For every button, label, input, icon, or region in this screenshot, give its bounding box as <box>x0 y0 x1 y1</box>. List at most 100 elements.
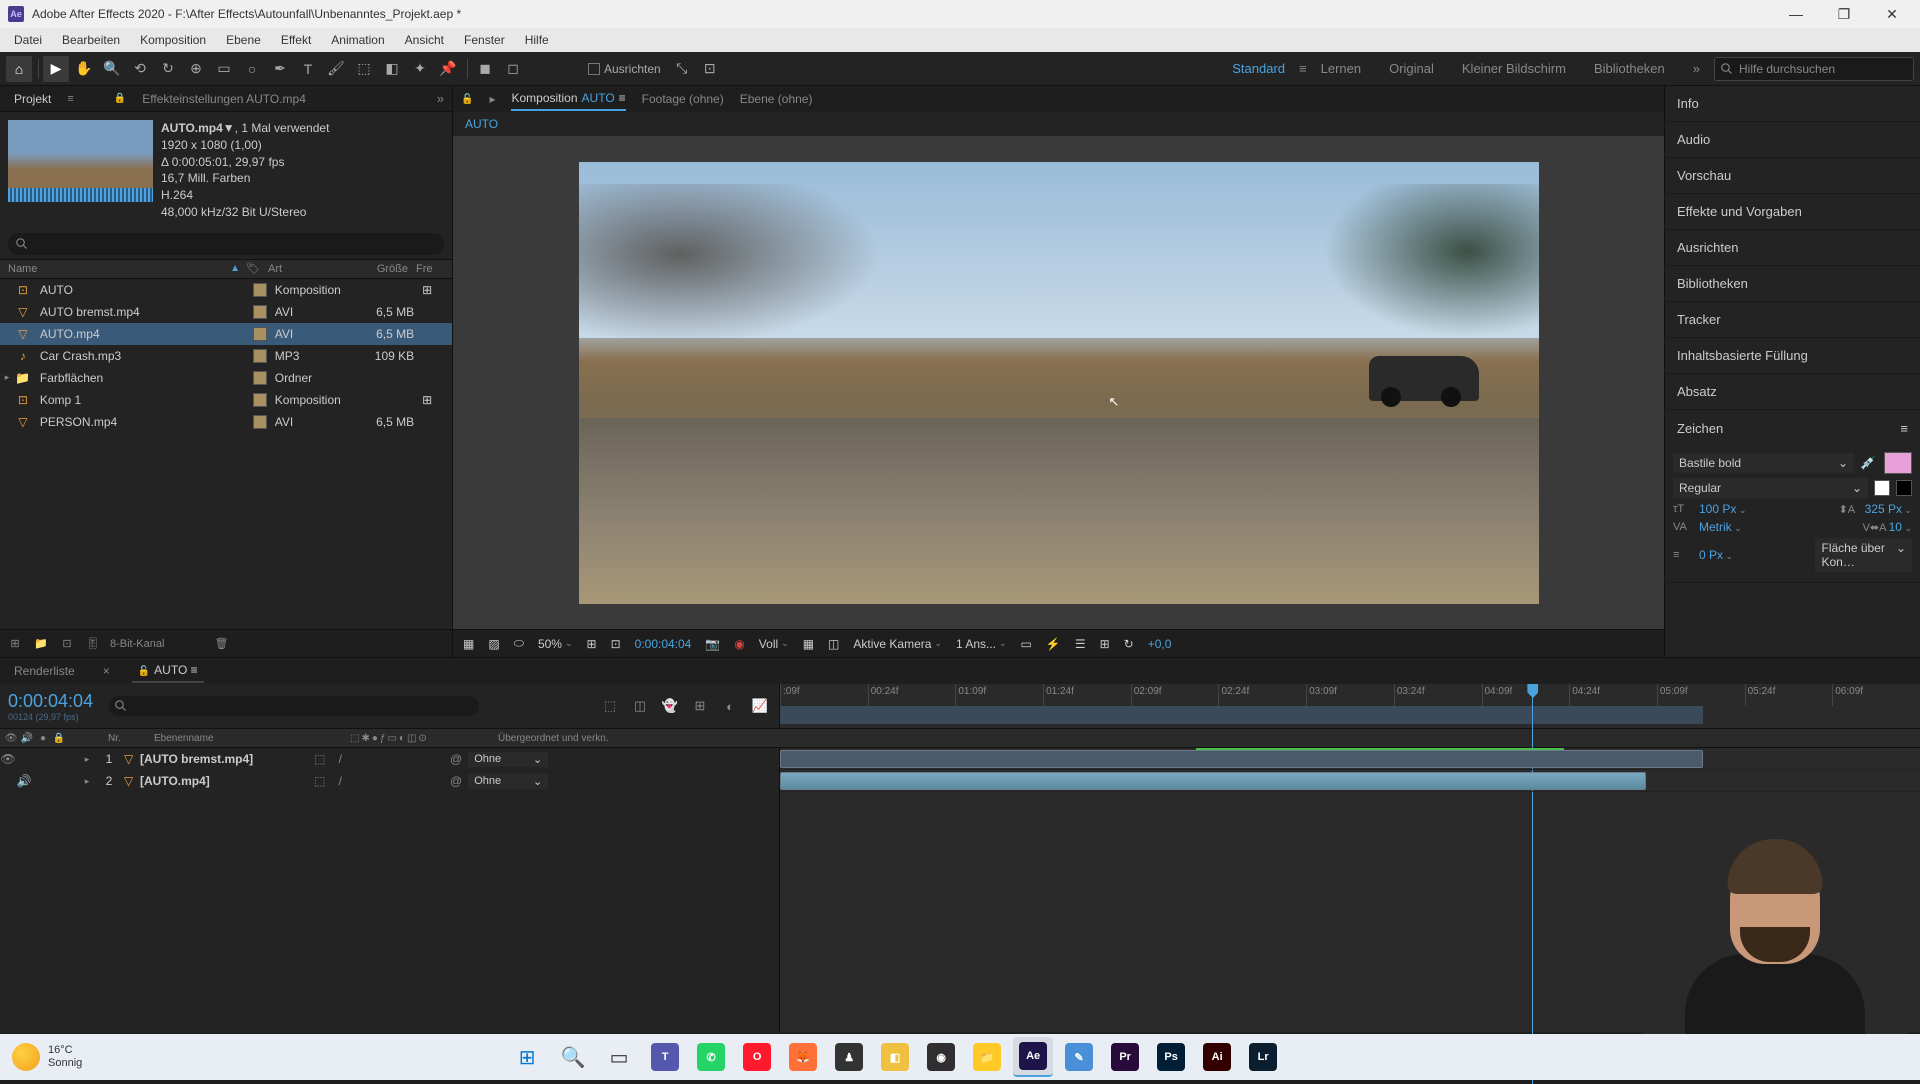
roi-icon[interactable]: ⊡ <box>607 637 625 651</box>
camera-select[interactable]: Aktive Kamera <box>849 637 946 651</box>
parent-select[interactable]: Ohne⌄ <box>468 752 548 767</box>
layer-name[interactable]: [AUTO.mp4] <box>140 774 310 788</box>
taskbar-app-app1[interactable]: ♟ <box>829 1037 869 1077</box>
eraser-tool[interactable]: ◧ <box>379 56 405 82</box>
col-framerate[interactable]: Fre <box>416 263 446 275</box>
zoom-select[interactable]: 50% <box>534 637 577 651</box>
timeline-icon[interactable]: ☰ <box>1071 637 1090 651</box>
pixel-aspect-icon[interactable]: ▭ <box>1017 637 1036 651</box>
taskbar-app-opera[interactable]: O <box>737 1037 777 1077</box>
resolution-select[interactable]: Voll <box>755 637 793 651</box>
taskbar-app-explorer[interactable]: 📁 <box>967 1037 1007 1077</box>
views-select[interactable]: 1 Ans... <box>952 637 1011 651</box>
font-size-input[interactable]: 100 Px <box>1699 502 1746 516</box>
project-search-input[interactable] <box>8 233 444 255</box>
menu-effekt[interactable]: Effekt <box>271 31 321 49</box>
motion-blur-icon[interactable]: ◐ <box>719 695 741 717</box>
effect-controls-lock-icon[interactable]: 🔒 <box>114 93 126 104</box>
project-row[interactable]: ▸ 📁 Farbflächen Ordner <box>0 367 452 389</box>
col-size[interactable]: Größe <box>356 263 416 275</box>
font-style-select[interactable]: Regular⌄ <box>1673 478 1868 498</box>
parent-pickwhip-icon[interactable]: @ <box>450 774 462 788</box>
taskbar-app-ps[interactable]: Ps <box>1151 1037 1191 1077</box>
text-color-swatch[interactable] <box>1884 452 1912 474</box>
col-type[interactable]: Art <box>268 263 356 275</box>
selection-tool[interactable]: ▶ <box>43 56 69 82</box>
puppet-tool[interactable]: 📌 <box>435 56 461 82</box>
interpret-footage-icon[interactable]: ⊞ <box>6 635 24 653</box>
brush-tool[interactable]: 🖌 <box>323 56 349 82</box>
roto-tool[interactable]: ✦ <box>407 56 433 82</box>
menu-datei[interactable]: Datei <box>4 31 52 49</box>
menu-ebene[interactable]: Ebene <box>216 31 271 49</box>
taskbar-app-whatsapp[interactable]: ✆ <box>691 1037 731 1077</box>
time-display[interactable]: 0:00:04:04 <box>631 637 696 651</box>
swap-colors-icon[interactable] <box>1896 480 1912 496</box>
layer-name[interactable]: [AUTO bremst.mp4] <box>140 752 310 766</box>
panel-info[interactable]: Info <box>1665 86 1920 122</box>
tab-renderliste[interactable]: Renderliste <box>8 660 81 682</box>
label-color-swatch[interactable] <box>253 393 267 407</box>
default-button[interactable]: ⊡ <box>697 56 723 82</box>
tab-effect-controls[interactable]: Effekteinstellungen AUTO.mp4 <box>136 88 312 110</box>
tab-close-icon[interactable]: × <box>97 660 116 682</box>
work-area-bar[interactable] <box>780 706 1703 724</box>
bit-depth-label[interactable]: 8-Bit-Kanal <box>110 638 164 650</box>
label-color-swatch[interactable] <box>253 349 267 363</box>
help-search-input[interactable]: Hilfe durchsuchen <box>1714 57 1914 81</box>
layer-expand-icon[interactable]: ▸ <box>80 754 94 765</box>
parent-select[interactable]: Ohne⌄ <box>468 774 548 789</box>
layer-expand-icon[interactable]: ▸ <box>80 776 94 787</box>
graph-editor-icon[interactable]: 📈 <box>749 695 771 717</box>
new-comp-icon[interactable]: ⊡ <box>58 635 76 653</box>
rect-tool[interactable]: ▭ <box>211 56 237 82</box>
exposure-value[interactable]: +0,0 <box>1144 637 1176 651</box>
text-tool[interactable]: T <box>295 56 321 82</box>
panel-inhaltsbasierte[interactable]: Inhaltsbasierte Füllung <box>1665 338 1920 374</box>
panel-tracker[interactable]: Tracker <box>1665 302 1920 338</box>
reset-exposure-icon[interactable]: ↻ <box>1120 637 1138 651</box>
label-color-swatch[interactable] <box>253 415 267 429</box>
asset-thumbnail[interactable] <box>8 120 153 202</box>
kerning-select[interactable]: Metrik <box>1699 520 1742 534</box>
panel-effekte[interactable]: Effekte und Vorgaben <box>1665 194 1920 230</box>
taskbar-app-obs[interactable]: ◉ <box>921 1037 961 1077</box>
tab-project[interactable]: Projekt <box>8 88 57 110</box>
panel-overflow-icon[interactable]: » <box>437 91 444 106</box>
tab-timeline-comp[interactable]: 🔓AUTO ≡ <box>132 659 204 683</box>
panel-zeichen-title[interactable]: Zeichen <box>1677 421 1723 436</box>
mask-toggle-icon[interactable]: ⬭ <box>510 636 528 651</box>
leading-input[interactable]: 325 Px <box>1865 502 1912 516</box>
menu-hilfe[interactable]: Hilfe <box>515 31 559 49</box>
panel-bibliotheken[interactable]: Bibliotheken <box>1665 266 1920 302</box>
snap-options-icon[interactable]: ⤡ <box>669 56 695 82</box>
shape-fill[interactable]: ◼ <box>472 56 498 82</box>
workspace-original[interactable]: Original <box>1375 61 1448 76</box>
shy-icon[interactable]: 👻 <box>659 695 681 717</box>
timeline-layer-row[interactable]: 🔊 ▸ 2 ▽ [AUTO.mp4] ⬚ / @ Ohne⌄ <box>0 770 779 792</box>
comp-tab-lock-icon[interactable]: 🔓 <box>461 90 473 109</box>
maximize-button[interactable]: ❐ <box>1824 0 1864 28</box>
channel-icon[interactable]: ◉ <box>730 637 748 651</box>
timeline-ruler[interactable]: :09f00:24f01:09f01:24f02:09f02:24f03:09f… <box>780 684 1920 728</box>
project-row[interactable]: ▽ PERSON.mp4 AVI 6,5 MB <box>0 411 452 433</box>
panel-audio[interactable]: Audio <box>1665 122 1920 158</box>
eyedropper-icon[interactable]: 💉 <box>1860 455 1878 471</box>
workspace-bibliotheken[interactable]: Bibliotheken <box>1580 61 1679 76</box>
menu-animation[interactable]: Animation <box>321 31 394 49</box>
trash-icon[interactable]: 🗑 <box>212 635 230 653</box>
label-color-swatch[interactable] <box>253 327 267 341</box>
home-tool[interactable]: ⌂ <box>6 56 32 82</box>
col-name[interactable]: Name <box>8 263 37 275</box>
layer-switches[interactable]: ⬚ / <box>310 774 450 788</box>
layer-clip[interactable] <box>780 772 1646 790</box>
stamp-tool[interactable]: ⬚ <box>351 56 377 82</box>
tracking-input[interactable]: 10 <box>1889 520 1912 534</box>
track-row[interactable] <box>780 770 1920 792</box>
visibility-toggle[interactable]: 👁 <box>0 752 16 766</box>
taskbar-app-app2[interactable]: ◧ <box>875 1037 915 1077</box>
fast-preview-icon[interactable]: ⚡ <box>1042 637 1065 651</box>
panel-zeichen-menu-icon[interactable]: ≡ <box>1900 421 1908 436</box>
comp-canvas[interactable]: ↖ <box>579 162 1539 604</box>
workspace-lernen[interactable]: Lernen <box>1307 61 1375 76</box>
